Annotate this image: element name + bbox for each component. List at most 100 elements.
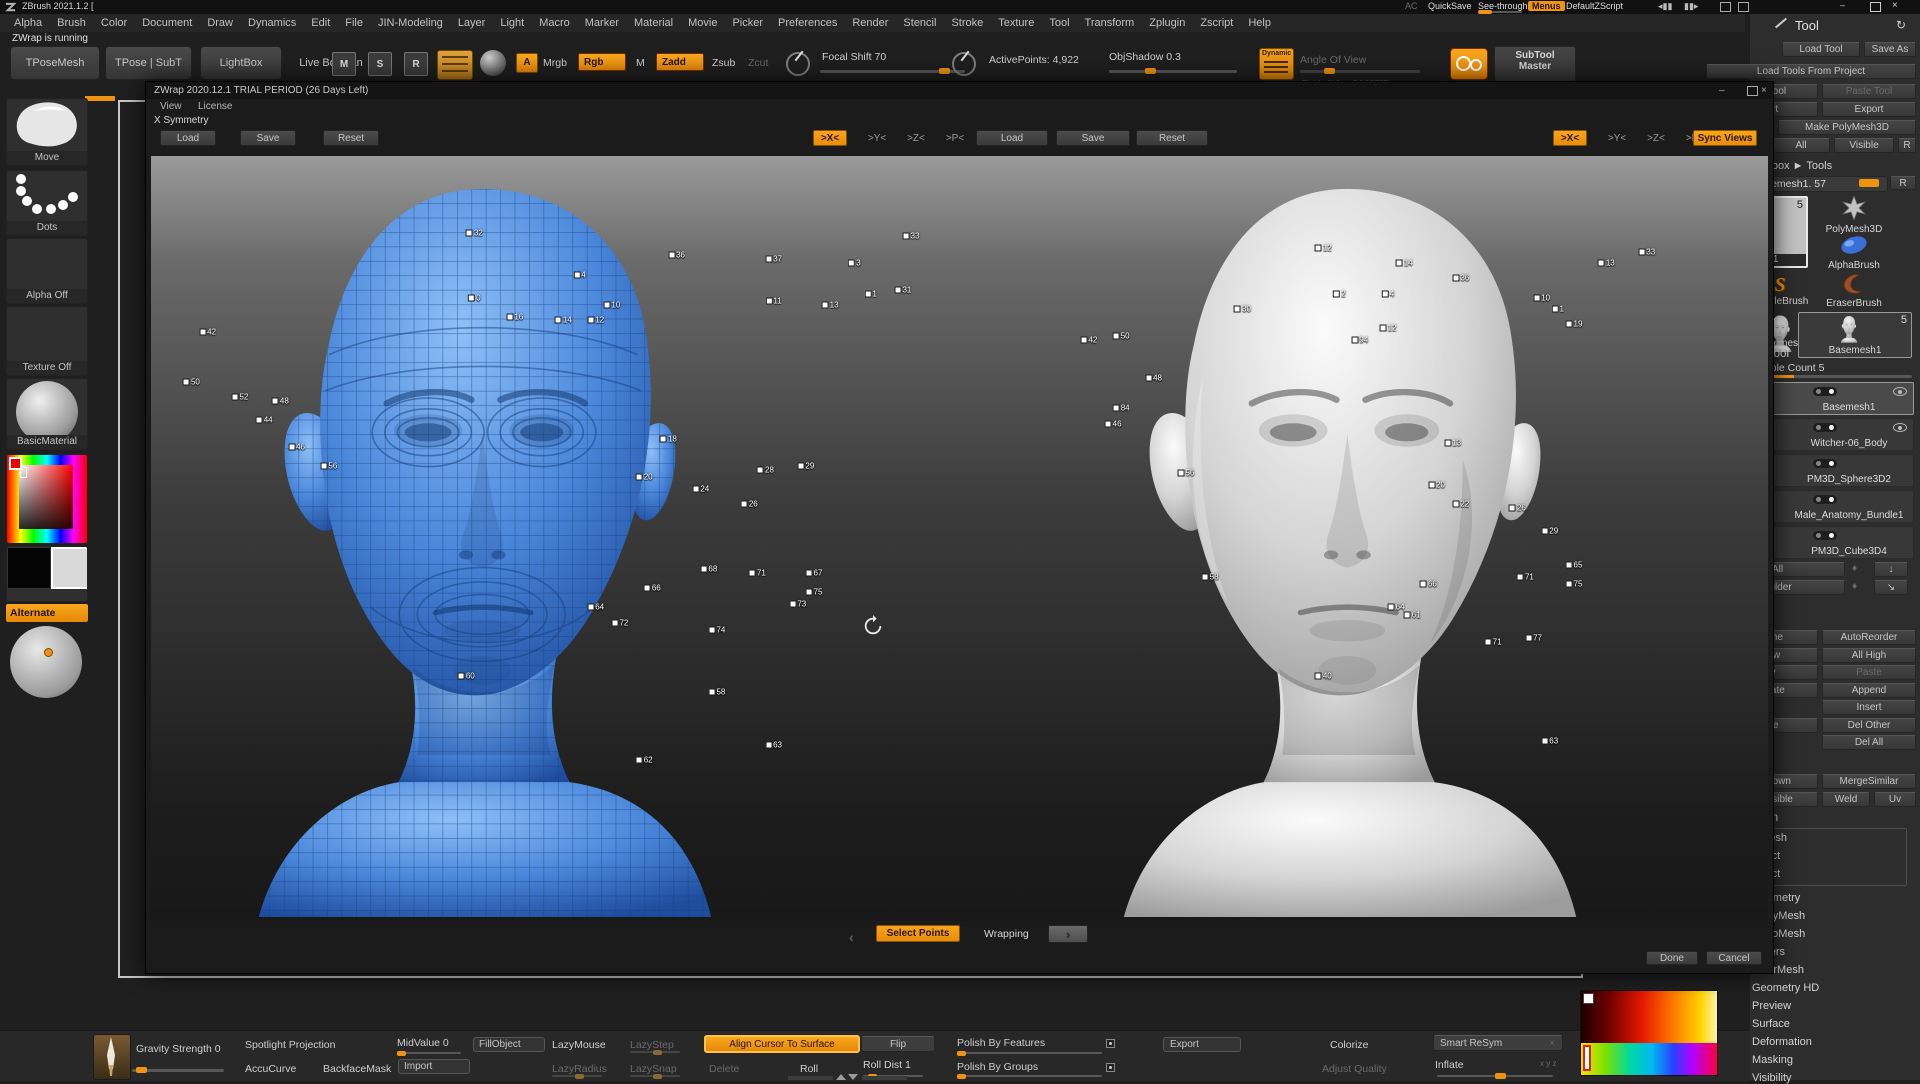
menu-file[interactable]: File — [345, 17, 363, 29]
subtool-toggle-pill[interactable] — [1813, 387, 1837, 396]
zsub-button[interactable]: Zsub — [712, 57, 735, 69]
scroll-bar-right[interactable] — [862, 1076, 907, 1080]
mesh-point[interactable]: 0 — [468, 293, 480, 302]
menu-movie[interactable]: Movie — [688, 17, 717, 29]
zcut-button[interactable]: Zcut — [748, 57, 768, 69]
material-copy-icon[interactable]: M — [332, 52, 356, 76]
mesh-point[interactable]: 12 — [1380, 324, 1397, 333]
target-mesh-pane[interactable]: 1214361333302410119425094124884465613202… — [960, 156, 1769, 921]
midvalue-track[interactable] — [397, 1052, 461, 1054]
lightbox-button[interactable]: LightBox — [200, 46, 282, 80]
jump-button[interactable]: ↘ — [1874, 580, 1908, 595]
scroll-bar-left[interactable] — [788, 1076, 833, 1080]
polish-by-groups-slider[interactable]: Polish By Groups — [957, 1061, 1038, 1073]
weld-button[interactable]: Weld — [1822, 792, 1870, 807]
mesh-point[interactable]: 14 — [1396, 259, 1413, 268]
quicksave-button[interactable]: QuickSave — [1428, 1, 1472, 11]
visibility-eye-icon[interactable] — [1893, 423, 1907, 432]
focal-shift-track[interactable] — [820, 70, 965, 73]
grid-autoreorder-button[interactable]: AutoReorder — [1822, 630, 1916, 645]
divider-right-icon[interactable]: ▮▮▸ — [1684, 1, 1698, 12]
left-tray-alpha-off[interactable]: Alpha Off — [6, 238, 88, 304]
align-cursor-to-surface-button[interactable]: Align Cursor To Surface — [704, 1035, 860, 1053]
mesh-point[interactable]: 30 — [1234, 305, 1251, 314]
gradient-color-widget[interactable] — [1580, 990, 1718, 1076]
menu-texture[interactable]: Texture — [998, 17, 1034, 29]
menu-render[interactable]: Render — [852, 17, 888, 29]
zwrap-reset-button[interactable]: Reset — [323, 130, 379, 146]
zwrap-maximize-button[interactable] — [1747, 86, 1758, 96]
make-polymesh3d-button[interactable]: Make PolyMesh3D — [1778, 120, 1916, 135]
midvalue-thumb[interactable] — [397, 1051, 406, 1056]
mesh-point[interactable]: 73 — [789, 599, 806, 608]
gradient-strip-bottom[interactable] — [1581, 1043, 1717, 1075]
render-copy-icon[interactable]: R — [404, 52, 428, 76]
zadd-button[interactable]: Zadd — [656, 53, 704, 71]
left-tray-switchcolor[interactable] — [6, 546, 88, 602]
menu-help[interactable]: Help — [1248, 17, 1271, 29]
load-tools-from-project-button[interactable]: Load Tools From Project — [1706, 64, 1916, 79]
mesh-point[interactable]: 1 — [864, 289, 876, 298]
see-through-track[interactable] — [1478, 11, 1522, 13]
anchor-a-button[interactable]: A — [516, 53, 538, 73]
mesh-point[interactable]: 4 — [573, 270, 585, 279]
polish-by-features-slider[interactable]: Polish By Features — [957, 1037, 1045, 1049]
visibility-eye-icon[interactable] — [1893, 387, 1907, 396]
panel-left-icon[interactable] — [1720, 2, 1731, 12]
mesh-point[interactable]: 62 — [636, 756, 653, 765]
gravity-track[interactable] — [132, 1069, 224, 1072]
mesh-point[interactable]: 63 — [1541, 737, 1558, 746]
menu-transform[interactable]: Transform — [1085, 17, 1135, 29]
mesh-point[interactable]: 56 — [1177, 469, 1194, 478]
roll-dist-slider[interactable]: Roll Dist 1 — [863, 1059, 911, 1071]
import-button[interactable]: Import — [398, 1059, 470, 1074]
menu-preferences[interactable]: Preferences — [778, 17, 837, 29]
tray-section-preview[interactable]: Preview — [1752, 1000, 1791, 1012]
axis-button-Z[interactable]: >Z< — [1641, 130, 1671, 146]
secondary-color-swatch[interactable] — [51, 547, 88, 589]
roll-button[interactable]: Roll — [800, 1063, 818, 1075]
mesh-point[interactable]: 16 — [506, 312, 523, 321]
inflate-track[interactable] — [1437, 1075, 1553, 1077]
diamond-icon[interactable]: ♦ — [1852, 563, 1857, 574]
dynamic-persp-button[interactable]: Dynamic — [1259, 48, 1294, 80]
tool-thumb[interactable]: PolyMesh3D — [1798, 196, 1910, 232]
axis-button-X[interactable]: >X< — [813, 130, 847, 146]
menu-jinmodeling[interactable]: JIN-Modeling — [378, 17, 443, 29]
close-button[interactable]: × — [1892, 0, 1898, 11]
mesh-point[interactable]: 40 — [1315, 672, 1332, 681]
mesh-point[interactable]: 36 — [1452, 274, 1469, 283]
default-zscript-button[interactable]: DefaultZScript — [1566, 1, 1623, 11]
subtool-master-icon[interactable] — [1450, 48, 1488, 80]
zwrap-viewport[interactable]: 3236373333140101111614121342505248444656… — [151, 156, 1768, 921]
move-down-button[interactable]: ↓ — [1874, 562, 1908, 577]
angle-of-view-slider[interactable]: Angle Of View — [1300, 54, 1366, 66]
grid-del-all-button[interactable]: Del All — [1822, 735, 1916, 750]
menu-light[interactable]: Light — [500, 17, 524, 29]
tposemesh-button[interactable]: TPoseMesh — [10, 46, 100, 80]
tray-section-geometry-hd[interactable]: Geometry HD — [1752, 982, 1819, 994]
mesh-point[interactable]: 56 — [320, 461, 337, 470]
grid-all-high-button[interactable]: All High — [1822, 648, 1916, 663]
mesh-point[interactable]: 61 — [1404, 611, 1421, 620]
menu-draw[interactable]: Draw — [207, 17, 233, 29]
mesh-point[interactable]: 36 — [668, 251, 685, 260]
zwrap-symmetry-toggle[interactable]: X Symmetry — [154, 115, 208, 126]
save-as-button[interactable]: Save As — [1864, 42, 1916, 57]
mesh-point[interactable]: 10 — [603, 301, 620, 310]
obj-shadow-track[interactable] — [1109, 70, 1237, 73]
mesh-point[interactable]: 29 — [797, 461, 814, 470]
subtool-toggle-pill[interactable] — [1813, 495, 1837, 504]
left-tray-alternate[interactable]: Alternate — [6, 604, 88, 622]
obj-shadow-slider[interactable]: ObjShadow 0.3 — [1109, 51, 1181, 63]
refresh-icon[interactable]: ↻ — [1896, 18, 1906, 32]
gradient-marker-top[interactable] — [1583, 993, 1594, 1004]
zwrap-cancel-button[interactable]: Cancel — [1706, 951, 1762, 965]
angle-of-view-track[interactable] — [1300, 70, 1420, 73]
lazyradius-thumb[interactable] — [575, 1074, 584, 1079]
delete-button[interactable]: Delete — [709, 1063, 739, 1075]
step-back-chevron[interactable]: ‹ — [849, 929, 854, 945]
mesh-point[interactable]: 12 — [1315, 243, 1332, 252]
gravity-strength-slider[interactable]: Gravity Strength 0 — [136, 1043, 221, 1055]
left-tray-gradient[interactable] — [6, 454, 88, 544]
